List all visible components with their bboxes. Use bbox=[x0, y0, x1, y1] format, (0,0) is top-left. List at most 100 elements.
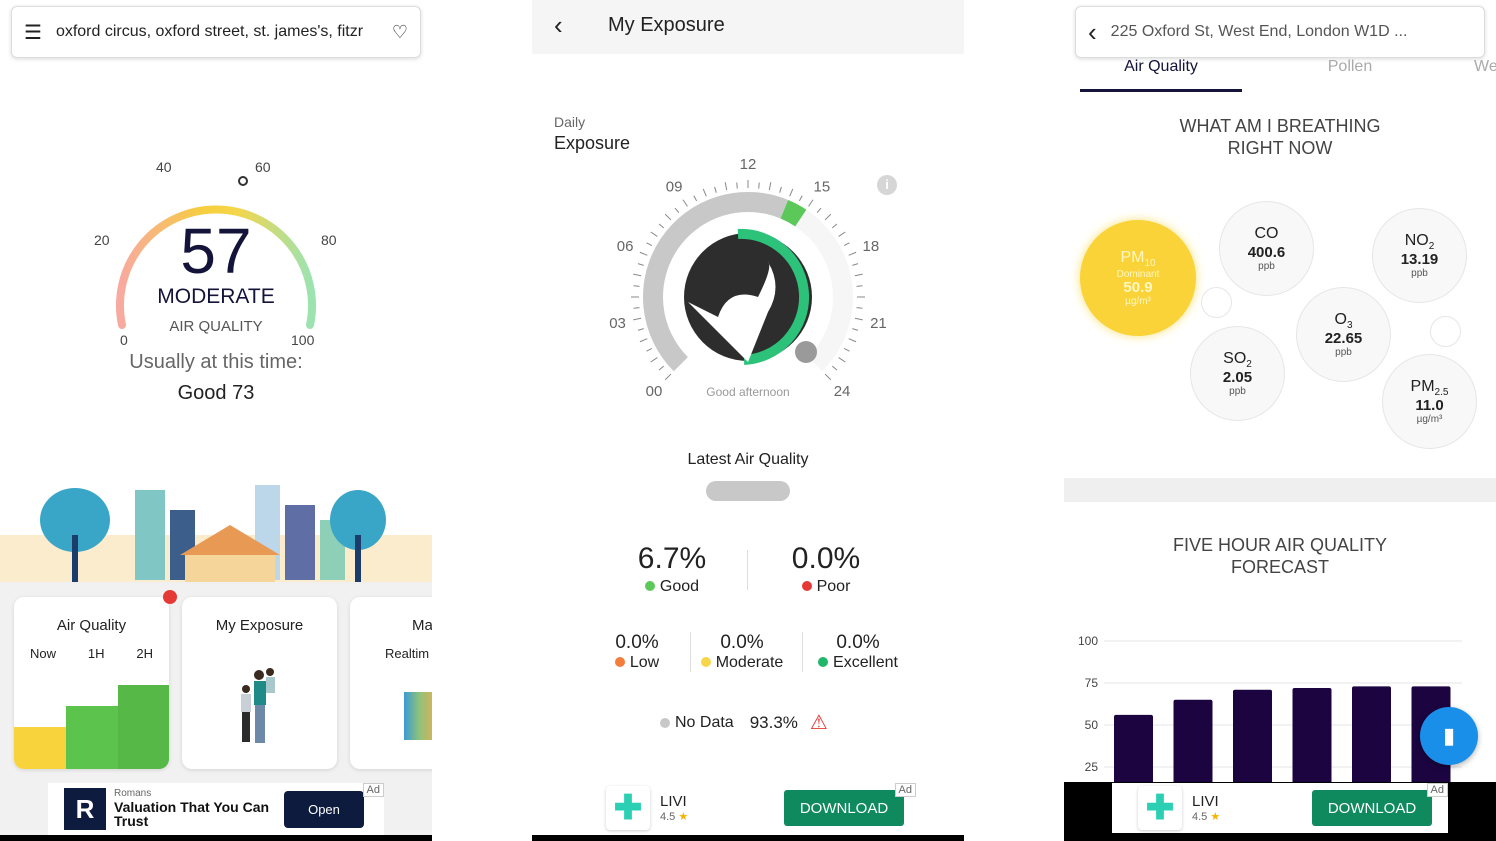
card-subtitle: Realtim bbox=[385, 646, 430, 661]
clock-label: 03 bbox=[609, 315, 626, 332]
aqi-level: MODERATE bbox=[157, 285, 275, 308]
notification-dot bbox=[163, 590, 177, 604]
y-tick-label: 50 bbox=[1085, 718, 1099, 732]
aqi-label: AIR QUALITY bbox=[169, 318, 263, 335]
tab-weather[interactable]: We bbox=[1474, 58, 1496, 76]
clock-tick bbox=[768, 182, 772, 191]
no-data-value: 93.3% bbox=[749, 712, 798, 732]
no-data-stat: No Data 93.3% ⚠ bbox=[660, 710, 828, 735]
clock-tick bbox=[789, 188, 794, 197]
breathing-title: WHAT AM I BREATHING RIGHT NOW bbox=[1179, 116, 1381, 158]
stat-value: 0.0% bbox=[836, 632, 880, 653]
pollutant-unit: ppb bbox=[1229, 386, 1246, 398]
ad-banner[interactable]: ✚ LIVI 4.5 ★ DOWNLOAD Ad bbox=[592, 783, 916, 833]
clock-tick bbox=[824, 373, 832, 381]
star-icon: ★ bbox=[678, 811, 689, 823]
ad-banner[interactable]: R Romans Valuation That You Can Trust Op… bbox=[48, 783, 384, 835]
bar-1h bbox=[66, 706, 118, 769]
col-now: Now bbox=[29, 646, 56, 661]
pollutant-bubble[interactable]: NO2 13.19 ppb bbox=[1372, 208, 1467, 303]
col-1h: 1H bbox=[87, 646, 105, 661]
download-button[interactable]: DOWNLOAD bbox=[1312, 790, 1432, 826]
card-title: Air Quality bbox=[56, 617, 127, 634]
stat-label: Good bbox=[659, 578, 700, 595]
map-icon bbox=[404, 692, 432, 740]
tick-60: 60 bbox=[255, 159, 271, 175]
pollutant-name: O bbox=[1334, 310, 1347, 328]
star-icon: ★ bbox=[1210, 811, 1221, 823]
pollutant-name: CO bbox=[1254, 224, 1279, 242]
clock-tick bbox=[816, 207, 822, 214]
my-exposure-card[interactable]: My Exposure bbox=[182, 597, 337, 769]
clock-tick bbox=[639, 251, 648, 256]
stat-good: 6.7% Good bbox=[620, 542, 724, 596]
tick-80: 80 bbox=[321, 232, 337, 248]
heart-outline-icon[interactable]: ♡ bbox=[392, 22, 408, 43]
ad-choices[interactable]: Ad bbox=[894, 783, 916, 797]
no-data-label: No Data bbox=[675, 713, 734, 731]
clock-label: 24 bbox=[834, 383, 851, 400]
clock-tick bbox=[852, 263, 859, 266]
pollutant-name: PM bbox=[1120, 248, 1145, 266]
ad-open-button[interactable]: Open bbox=[284, 790, 364, 828]
stat-label: Low bbox=[629, 654, 660, 671]
exposure-clock: 00 03 06 09 12 15 18 21 24 bbox=[609, 156, 887, 400]
pollutant-name: NO bbox=[1404, 231, 1429, 249]
clock-tick bbox=[838, 231, 846, 237]
card-title: Ma bbox=[412, 617, 432, 634]
hamburger-icon[interactable]: ☰ bbox=[24, 20, 42, 45]
ad-rating: 4.5 bbox=[1192, 811, 1208, 823]
tab-air-quality[interactable]: Air Quality bbox=[1080, 58, 1242, 92]
y-tick-label: 75 bbox=[1085, 676, 1099, 690]
map-icon[interactable]: ▮ bbox=[1420, 707, 1478, 765]
pollutant-bubble[interactable]: PM2.5 11.0 µg/m³ bbox=[1382, 354, 1477, 449]
clock-tick bbox=[658, 365, 665, 371]
location-input[interactable]: oxford circus, oxford street, st. james'… bbox=[56, 23, 378, 41]
clock-tick bbox=[758, 182, 760, 189]
pollutant-unit: ppb bbox=[1335, 347, 1352, 359]
clock-tick bbox=[854, 317, 863, 321]
clock-tick bbox=[650, 231, 658, 237]
clock-tick bbox=[848, 338, 857, 343]
clock-tick bbox=[633, 273, 642, 277]
clock-tick bbox=[650, 357, 658, 363]
warning-icon[interactable]: ⚠ bbox=[810, 710, 828, 735]
clock-tick bbox=[843, 242, 850, 247]
clock-tick bbox=[798, 195, 803, 202]
clock-tick bbox=[658, 223, 665, 229]
ad-choices[interactable]: Ad bbox=[1426, 783, 1448, 797]
info-icon[interactable]: i bbox=[877, 175, 897, 195]
pollutant-bubble[interactable]: PM10 Dominant 50.9 µg/m³ bbox=[1080, 220, 1196, 336]
ad-banner[interactable]: ✚ LIVI 4.5 ★ DOWNLOAD Ad bbox=[1112, 783, 1448, 833]
air-quality-card[interactable]: Air Quality Now 1H 2H bbox=[14, 597, 169, 769]
address-bar[interactable]: ‹ 225 Oxford St, West End, London W1D ..… bbox=[1075, 6, 1485, 58]
pollutant-subscript: 10 bbox=[1144, 257, 1156, 269]
ad-choices[interactable]: Ad bbox=[362, 783, 384, 797]
clock-tick bbox=[664, 373, 672, 381]
romans-logo: R bbox=[64, 788, 106, 830]
map-card[interactable]: Ma Realtim bbox=[350, 597, 432, 769]
no-data-dot bbox=[660, 717, 670, 728]
chevron-left-icon[interactable]: ‹ bbox=[1088, 17, 1097, 48]
clock-tick bbox=[856, 307, 863, 309]
status-dot bbox=[644, 581, 655, 591]
city-illustration bbox=[0, 485, 432, 590]
stat-poor: 0.0% Poor bbox=[774, 542, 878, 596]
pollutant-value: 13.19 bbox=[1400, 250, 1439, 268]
greeting: Good afternoon bbox=[706, 385, 790, 399]
pollutant-value: 2.05 bbox=[1222, 368, 1253, 386]
clock-tick bbox=[702, 188, 707, 197]
tab-pollen[interactable]: Pollen bbox=[1270, 58, 1430, 76]
pollutant-bubble[interactable]: O3 22.65 ppb bbox=[1296, 287, 1391, 382]
pollutant-unit: µg/m³ bbox=[1125, 296, 1151, 308]
pollutant-bubble[interactable]: SO2 2.05 ppb bbox=[1190, 326, 1285, 421]
clock-tick bbox=[633, 307, 640, 309]
location-search-bar[interactable]: ☰ oxford circus, oxford street, st. jame… bbox=[11, 6, 421, 58]
latest-air-quality-pill bbox=[706, 481, 790, 501]
download-button[interactable]: DOWNLOAD bbox=[784, 790, 904, 826]
livi-logo: ✚ bbox=[1138, 786, 1182, 830]
home-screen: ☰ oxford circus, oxford street, st. jame… bbox=[0, 0, 432, 841]
clock-tick bbox=[854, 273, 863, 277]
bar-now bbox=[14, 727, 66, 769]
pollutant-bubble[interactable]: CO 400.6 ppb bbox=[1219, 201, 1314, 296]
